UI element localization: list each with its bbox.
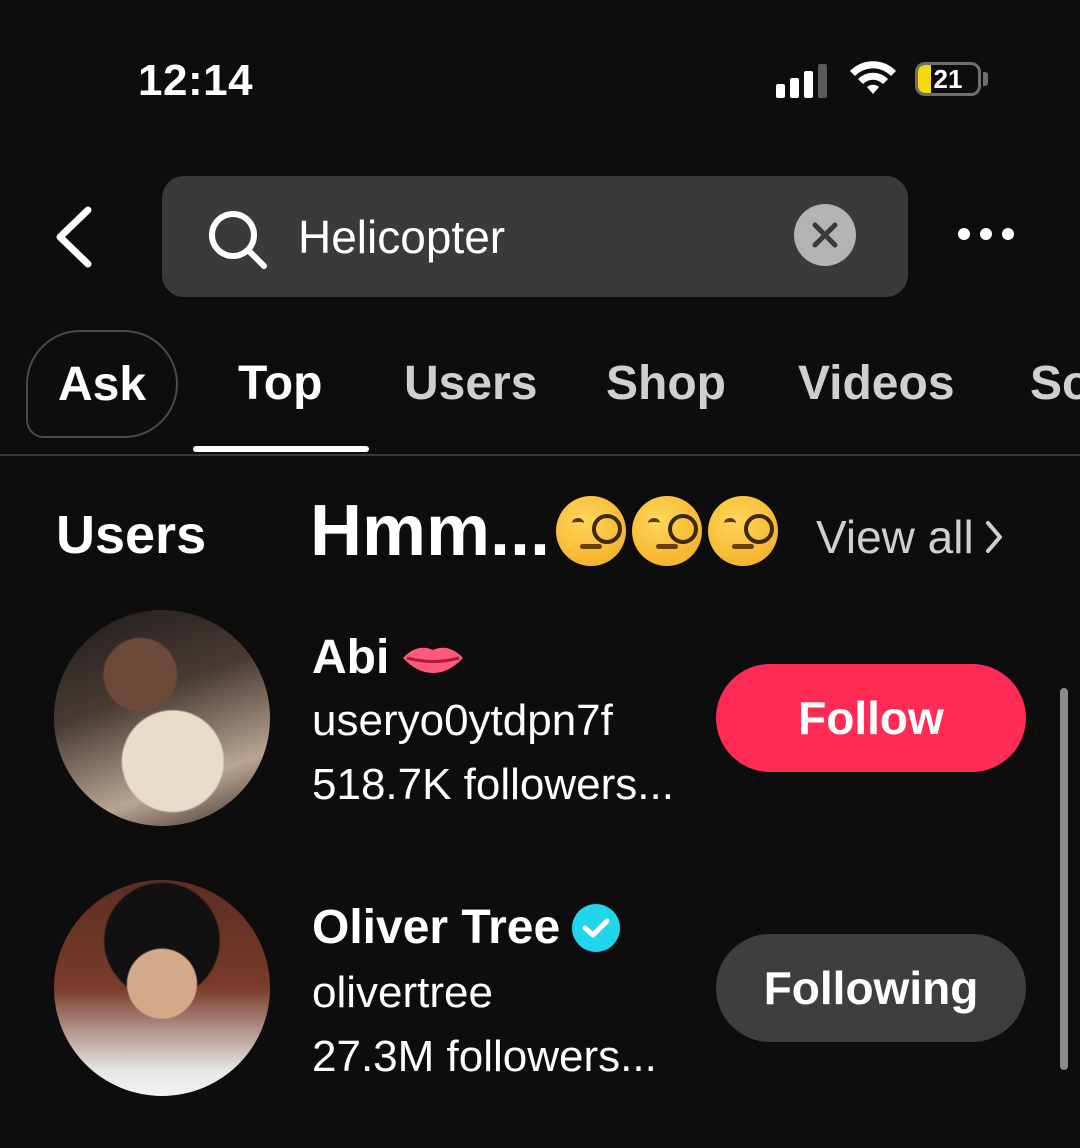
user-list-item[interactable]: Abi useryo0ytdpn7f 518.7K followers... F… [0,610,1080,840]
search-tabs: Ask Top Users Shop Videos So [0,330,1080,456]
user-list-item[interactable]: Oliver Tree olivertree 27.3M followers..… [0,880,1080,1110]
clear-search-button[interactable] [794,204,856,266]
overlay-text: Hmm... [310,491,551,571]
monocle-emoji-icon [708,496,779,566]
verified-badge-icon [572,903,621,952]
tab-videos[interactable]: Videos [798,356,955,411]
battery-level: 21 [933,63,963,94]
more-horizontal-icon[interactable] [958,228,1014,240]
tab-top[interactable]: Top [238,356,322,411]
lips-emoji-icon [403,647,464,673]
user-name-text: Oliver Tree [312,901,561,954]
avatar[interactable] [54,880,270,1096]
user-name-text: Abi [312,631,390,684]
follow-button[interactable]: Follow [716,664,1026,772]
search-bar[interactable]: Helicopter [162,176,908,297]
tab-shop[interactable]: Shop [606,356,726,411]
overlay-caption: Hmm... [310,490,779,572]
view-all-label: View all [816,511,974,563]
search-input[interactable]: Helicopter [298,210,505,264]
wifi-icon [850,61,896,94]
battery-tip [983,72,988,86]
user-handle: useryo0ytdpn7f [312,696,613,745]
user-name: Oliver Tree [312,900,621,955]
user-followers: 27.3M followers... [312,1032,657,1081]
close-circle-icon [812,222,838,248]
monocle-emoji-icon [556,496,627,566]
tab-users[interactable]: Users [404,356,537,411]
user-followers: 518.7K followers... [312,760,674,809]
chevron-left-icon[interactable] [48,202,108,272]
active-tab-indicator [193,446,369,452]
tab-ask[interactable]: Ask [26,330,178,438]
search-icon [209,211,267,269]
user-handle: olivertree [312,968,493,1017]
battery-icon: 21 [915,62,981,96]
user-name: Abi [312,630,465,685]
tab-sounds[interactable]: So [1030,356,1080,411]
following-button[interactable]: Following [716,934,1026,1042]
signal-icon [776,62,827,98]
chevron-right-icon [985,521,1002,553]
section-title: Users [56,505,207,565]
monocle-emoji-icon [632,496,703,566]
view-all-link[interactable]: View all [816,510,1004,564]
status-time: 12:14 [138,56,254,105]
avatar[interactable] [54,610,270,826]
scrollbar[interactable] [1060,688,1068,1070]
